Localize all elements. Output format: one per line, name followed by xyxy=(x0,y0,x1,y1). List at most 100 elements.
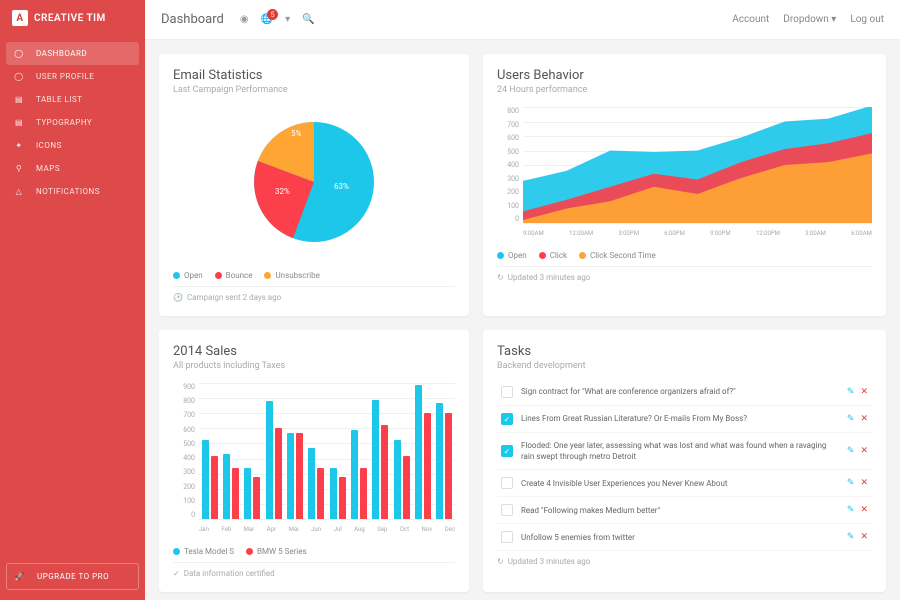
bar xyxy=(296,433,303,519)
task-checkbox[interactable] xyxy=(501,477,513,489)
bar-group xyxy=(372,400,388,519)
edit-icon[interactable]: ✎ xyxy=(847,446,855,456)
task-checkbox[interactable] xyxy=(501,504,513,516)
search-icon[interactable]: 🔍 xyxy=(302,14,314,25)
sidebar-item-label: TABLE LIST xyxy=(36,95,83,104)
task-checkbox[interactable]: ✓ xyxy=(501,445,513,457)
account-link[interactable]: Account xyxy=(732,14,769,25)
sidebar-item-maps[interactable]: ⚲MAPS xyxy=(0,157,145,180)
card-subtitle: Backend development xyxy=(497,361,872,371)
delete-icon[interactable]: ✕ xyxy=(860,532,868,542)
legend-item: Tesla Model S xyxy=(173,547,234,556)
bar xyxy=(287,433,294,519)
task-text: Sign contract for "What are conference o… xyxy=(521,386,839,397)
sidebar-item-typography[interactable]: ▤TYPOGRAPHY xyxy=(0,111,145,134)
sidebar-item-label: USER PROFILE xyxy=(36,72,94,81)
delete-icon[interactable]: ✕ xyxy=(860,414,868,424)
task-row: Read "Following makes Medium better" ✎✕ xyxy=(497,497,872,524)
task-row: Create 4 Invisible User Experiences you … xyxy=(497,470,872,497)
sidebar-item-label: ICONS xyxy=(36,141,62,150)
bar-group xyxy=(415,385,431,519)
bar xyxy=(445,413,452,519)
task-text: Unfollow 5 enemies from twitter xyxy=(521,532,839,543)
task-checkbox[interactable]: ✓ xyxy=(501,413,513,425)
dashboard-icon: ◯ xyxy=(12,49,26,58)
task-checkbox[interactable] xyxy=(501,386,513,398)
bar-group xyxy=(436,403,452,519)
card-footer: ✓Data information certified xyxy=(173,569,455,578)
notifications-icon[interactable]: 🌐5 xyxy=(261,14,273,25)
edit-icon[interactable]: ✎ xyxy=(847,532,855,542)
legend-dot-icon xyxy=(539,252,546,259)
dashboard-topbar-icon[interactable]: ◉ xyxy=(240,14,249,25)
user-icon: ◯ xyxy=(12,72,26,81)
bar xyxy=(330,468,337,519)
behavior-area-chart: 80070060050040030020010009:00AM12:00AM3:… xyxy=(497,107,872,237)
bar xyxy=(360,468,367,519)
logout-link[interactable]: Log out xyxy=(850,14,884,25)
sidebar-item-dashboard[interactable]: ◯ DASHBOARD xyxy=(6,42,139,65)
sidebar-item-user-profile[interactable]: ◯ USER PROFILE xyxy=(0,65,145,88)
legend-item: BMW 5 Series xyxy=(246,547,307,556)
clock-icon: 🕑 xyxy=(173,293,183,302)
bar-group xyxy=(244,468,260,519)
sidebar-item-notifications[interactable]: △NOTIFICATIONS xyxy=(0,180,145,203)
check-icon: ✓ xyxy=(173,569,180,578)
task-row: ✓ Flooded: One year later, assessing wha… xyxy=(497,433,872,470)
brand[interactable]: A CREATIVE TIM xyxy=(0,0,145,36)
sidebar-item-label: DASHBOARD xyxy=(36,49,87,58)
bar xyxy=(266,401,273,519)
legend-item: Unsubscribe xyxy=(264,271,319,280)
sidebar-nav: ◯DASHBOARD◯USER PROFILE▤TABLE LIST▤TYPOG… xyxy=(0,36,145,563)
rocket-icon: 🚀 xyxy=(13,572,27,581)
icons-icon: ✦ xyxy=(12,141,26,150)
card-subtitle: 24 Hours performance xyxy=(497,85,872,95)
edit-icon[interactable]: ✎ xyxy=(847,414,855,424)
typography-icon: ▤ xyxy=(12,118,26,127)
legend-item: Bounce xyxy=(215,271,253,280)
bar xyxy=(253,477,260,519)
legend-dot-icon xyxy=(497,252,504,259)
task-row: ✓ Lines From Great Russian Literature? O… xyxy=(497,406,872,433)
card-title: Email Statistics xyxy=(173,68,455,83)
task-checkbox[interactable] xyxy=(501,531,513,543)
brand-logo-icon: A xyxy=(12,10,28,26)
edit-icon[interactable]: ✎ xyxy=(847,478,855,488)
tasks-card: Tasks Backend development Sign contract … xyxy=(483,330,886,592)
dropdown-caret-icon[interactable]: ▾ xyxy=(285,14,290,25)
sidebar-item-label: NOTIFICATIONS xyxy=(36,187,100,196)
notif-badge: 5 xyxy=(267,9,278,20)
email-pie-chart: 63% 32% 5% xyxy=(239,107,389,257)
edit-icon[interactable]: ✎ xyxy=(847,505,855,515)
upgrade-button[interactable]: 🚀 UPGRADE TO PRO xyxy=(6,563,139,590)
legend-item: Click Second Time xyxy=(579,251,656,260)
bar-group xyxy=(287,433,303,519)
legend-dot-icon xyxy=(579,252,586,259)
delete-icon[interactable]: ✕ xyxy=(860,478,868,488)
edit-icon[interactable]: ✎ xyxy=(847,387,855,397)
bar xyxy=(317,468,324,519)
bar xyxy=(339,477,346,519)
bar-group xyxy=(308,448,324,519)
delete-icon[interactable]: ✕ xyxy=(860,446,868,456)
sidebar-item-icons[interactable]: ✦ ICONS xyxy=(0,134,145,157)
email-stats-card: Email Statistics Last Campaign Performan… xyxy=(159,54,469,316)
delete-icon[interactable]: ✕ xyxy=(860,505,868,515)
sidebar-item-label: MAPS xyxy=(36,164,60,173)
legend-dot-icon xyxy=(173,548,180,555)
dropdown-link[interactable]: Dropdown ▾ xyxy=(783,14,836,25)
bar-group xyxy=(351,430,367,519)
delete-icon[interactable]: ✕ xyxy=(860,387,868,397)
card-subtitle: Last Campaign Performance xyxy=(173,85,455,95)
legend-dot-icon xyxy=(264,272,271,279)
bar xyxy=(436,403,443,519)
refresh-icon: ↻ xyxy=(497,557,504,566)
bar xyxy=(211,456,218,519)
bar xyxy=(403,456,410,519)
legend-item: Open xyxy=(173,271,203,280)
bar xyxy=(415,385,422,519)
sidebar-item-table-list[interactable]: ▤TABLE LIST xyxy=(0,88,145,111)
card-title: Users Behavior xyxy=(497,68,872,83)
sidebar: A CREATIVE TIM ◯DASHBOARD◯USER PROFILE▤T… xyxy=(0,0,145,600)
bar-group xyxy=(330,468,346,519)
